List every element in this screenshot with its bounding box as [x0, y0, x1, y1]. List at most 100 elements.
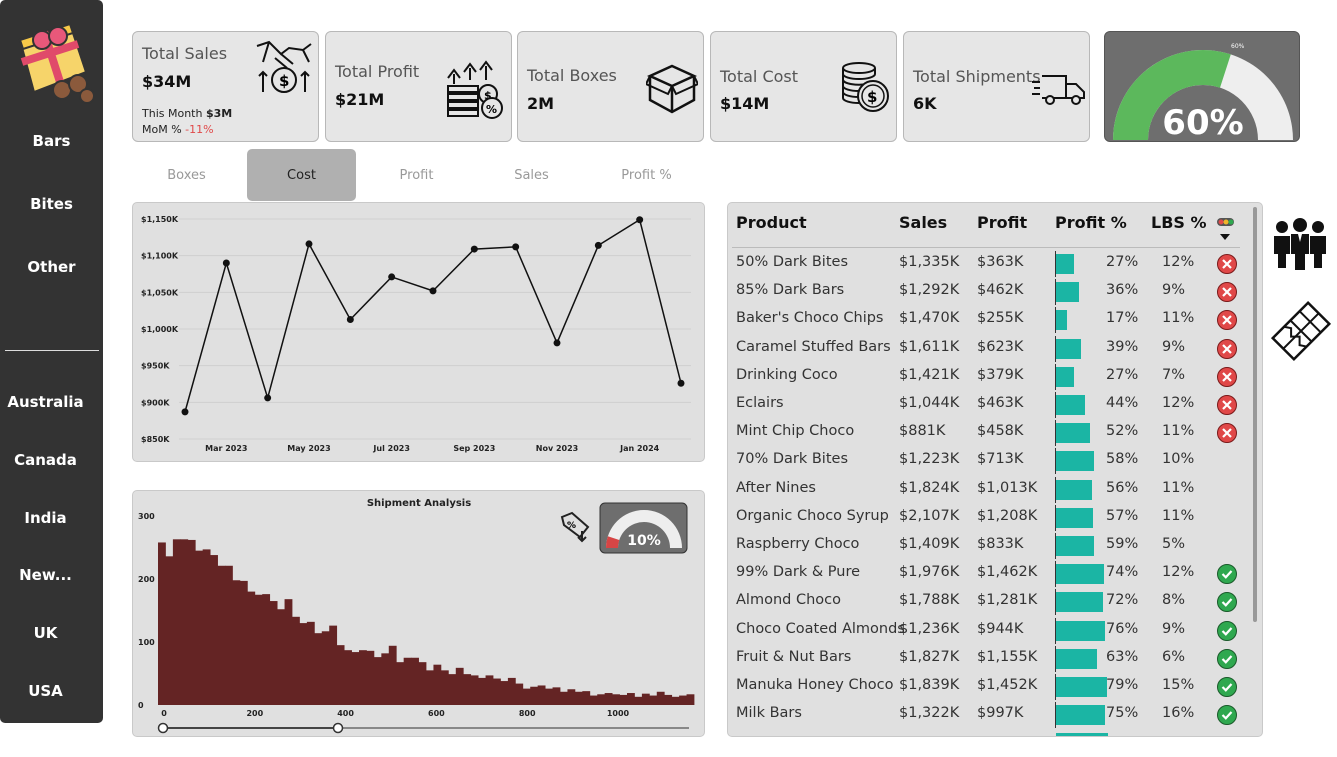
tab-cost[interactable]: Cost	[247, 149, 356, 201]
data-point[interactable]	[470, 245, 478, 253]
table-row[interactable]: 50% Dark Bites $1,335K $363K 27% 12%	[728, 249, 1248, 277]
histogram-bar[interactable]	[582, 691, 591, 705]
sidebar-item-bars[interactable]: Bars	[0, 132, 103, 150]
histogram-bar[interactable]	[448, 674, 457, 705]
histogram-bar[interactable]	[284, 599, 293, 705]
range-slider-handle-right[interactable]	[332, 722, 344, 734]
histogram-bar[interactable]	[344, 650, 352, 705]
histogram-bar[interactable]	[604, 693, 613, 705]
histogram-bar[interactable]	[418, 662, 427, 705]
histogram-bar[interactable]	[612, 694, 620, 705]
histogram-bar[interactable]	[373, 657, 382, 705]
histogram-bar[interactable]	[359, 650, 367, 705]
col-product[interactable]: Product	[736, 213, 807, 232]
sidebar-country-new[interactable]: New...	[0, 566, 97, 584]
histogram-bar[interactable]	[351, 652, 360, 705]
histogram-bar[interactable]	[217, 565, 226, 705]
table-row[interactable]: Caramel Stuffed Bars $1,611K $623K 39% 9%	[728, 334, 1248, 362]
tab-profit[interactable]: Profit	[362, 149, 471, 201]
table-row[interactable]: Almond Choco $1,788K $1,281K 72% 8%	[728, 587, 1248, 616]
histogram-bar[interactable]	[545, 688, 553, 705]
histogram-bar[interactable]	[493, 678, 501, 705]
histogram-bar[interactable]	[158, 542, 166, 705]
histogram-bar[interactable]	[321, 631, 330, 705]
data-point[interactable]	[222, 259, 230, 267]
sidebar-country-australia[interactable]: Australia	[0, 393, 97, 411]
histogram-bar[interactable]	[500, 681, 509, 705]
histogram-bar[interactable]	[470, 675, 479, 705]
histogram-bar[interactable]	[485, 675, 494, 705]
histogram-bar[interactable]	[679, 695, 687, 705]
table-row[interactable]: Choco Coated Almonds $1,236K $944K 76% 9%	[728, 616, 1248, 644]
sidebar-country-usa[interactable]: USA	[0, 682, 97, 700]
sidebar-item-bites[interactable]: Bites	[0, 195, 103, 213]
table-row[interactable]: Organic Choco Syrup $2,107K $1,208K 57% 11%	[728, 503, 1248, 531]
data-point[interactable]	[512, 243, 520, 251]
histogram-bar[interactable]	[336, 645, 345, 705]
col-profit[interactable]: Profit	[977, 213, 1027, 232]
histogram-bar[interactable]	[403, 657, 412, 705]
table-row[interactable]: 70% Dark Bites $1,223K $713K 58% 10%	[728, 446, 1248, 475]
sidebar-country-india[interactable]: India	[0, 509, 97, 527]
histogram-bar[interactable]	[507, 677, 516, 705]
histogram-bar[interactable]	[440, 670, 449, 705]
histogram-bar[interactable]	[426, 670, 434, 705]
histogram-bar[interactable]	[180, 539, 189, 705]
histogram-bar[interactable]	[411, 657, 419, 705]
data-point[interactable]	[553, 339, 561, 347]
histogram-bar[interactable]	[262, 594, 271, 705]
histogram-bar[interactable]	[396, 662, 405, 705]
histogram-bar[interactable]	[165, 556, 174, 705]
table-row[interactable]: 85% Dark Bars $1,292K $462K 36% 9%	[728, 277, 1248, 306]
data-point[interactable]	[264, 394, 272, 402]
histogram-bar[interactable]	[225, 565, 233, 705]
histogram-bar[interactable]	[269, 601, 278, 705]
table-row[interactable]: 99% Dark & Pure $1,976K $1,462K 74% 12%	[728, 559, 1248, 588]
table-row[interactable]: Milk Bars $1,322K $997K 75% 16%	[728, 700, 1248, 729]
histogram-bar[interactable]	[388, 645, 397, 705]
data-point[interactable]	[677, 379, 685, 387]
histogram-bar[interactable]	[537, 685, 546, 705]
histogram-bar[interactable]	[381, 653, 390, 705]
histogram-bar[interactable]	[522, 688, 531, 705]
data-point[interactable]	[305, 240, 313, 248]
data-point[interactable]	[429, 287, 437, 295]
histogram-bar[interactable]	[641, 693, 650, 705]
table-row[interactable]: Fruit & Nut Bars $1,827K $1,155K 63% 6%	[728, 644, 1248, 672]
histogram-bar[interactable]	[597, 694, 606, 705]
histogram-bar[interactable]	[552, 687, 561, 705]
histogram-bar[interactable]	[277, 609, 285, 705]
histogram-bar[interactable]	[254, 594, 263, 705]
data-point[interactable]	[388, 273, 396, 281]
tab-boxes[interactable]: Boxes	[132, 149, 241, 201]
histogram-bar[interactable]	[306, 621, 315, 705]
table-row[interactable]: Drinking Coco $1,421K $379K 27% 7%	[728, 362, 1248, 390]
histogram-bar[interactable]	[664, 694, 673, 705]
team-people-icon[interactable]	[1272, 218, 1328, 270]
sidebar-country-uk[interactable]: UK	[0, 624, 97, 642]
table-row[interactable]: Manuka Honey Choco $1,839K $1,452K 79% 15%	[728, 672, 1248, 700]
histogram-bar[interactable]	[567, 689, 576, 705]
histogram-bar[interactable]	[656, 691, 665, 705]
histogram-bar[interactable]	[671, 696, 680, 705]
histogram-bar[interactable]	[515, 683, 524, 705]
table-row[interactable]: Raspberry Choco $1,409K $833K 59% 5%	[728, 531, 1248, 559]
histogram-bar[interactable]	[478, 677, 486, 705]
histogram-bar[interactable]	[202, 549, 211, 705]
histogram-bar[interactable]	[686, 694, 695, 705]
histogram-bar[interactable]	[589, 695, 598, 705]
data-point[interactable]	[636, 216, 644, 224]
histogram-bar[interactable]	[299, 623, 308, 705]
histogram-bar[interactable]	[530, 686, 539, 705]
histogram-bar[interactable]	[560, 691, 568, 705]
histogram-bar[interactable]	[329, 625, 338, 705]
col-profit-pct[interactable]: Profit %	[1055, 213, 1127, 232]
traffic-light-sort-icon[interactable]	[1216, 217, 1236, 243]
data-point[interactable]	[594, 241, 602, 249]
data-point[interactable]	[346, 315, 354, 323]
histogram-bar[interactable]	[172, 539, 181, 705]
histogram-bar[interactable]	[433, 664, 442, 705]
tab-sales[interactable]: Sales	[477, 149, 586, 201]
histogram-bar[interactable]	[247, 591, 256, 705]
table-row[interactable]: Mint Chip Choco $881K $458K 52% 11%	[728, 418, 1248, 447]
